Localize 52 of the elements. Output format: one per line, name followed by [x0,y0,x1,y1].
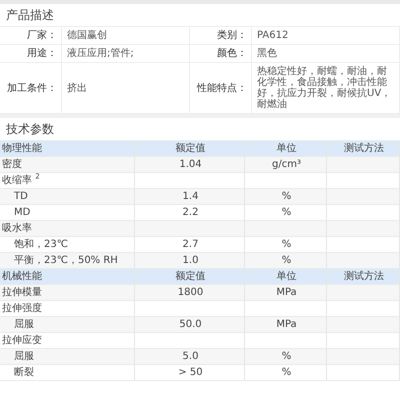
property-name: 密度 [0,157,135,172]
property-unit: % [282,255,292,266]
property-name: 平衡，23℃，50% RH [0,253,135,268]
property-unit: % [282,367,292,378]
field-label: 用途： [0,45,62,62]
property-value: 2.2 [182,207,198,218]
property-value: 1.0 [182,255,198,266]
column-header: 机械性能 [0,269,135,284]
field-value: 黑色 [252,45,400,62]
property-value: 1800 [178,287,204,298]
field-value: 挤出 [62,63,190,113]
field-label: 厂家： [0,27,62,44]
property-unit: % [282,191,292,202]
section-title: 产品描述 [0,4,400,27]
column-header: 测试方法 [327,269,400,284]
property-unit: % [282,207,292,218]
property-unit: % [282,351,292,362]
field-label: 性能特点： [190,63,252,113]
field-value: 热稳定性好，耐蠕，耐油，耐化学性，食品接触，冲击性能好，抗应力开裂，耐候抗UV，耐燃油 [252,63,400,113]
property-value: > 50 [178,367,203,378]
column-header: 测试方法 [327,141,400,156]
field-value: 德国赢创 [62,27,190,44]
property-unit: MPa [276,319,297,330]
property-name: 屈服 [0,317,135,332]
property-unit: g/cm³ [272,159,301,170]
property-value: 1.4 [182,191,198,202]
property-name: 拉伸模量 [0,285,135,300]
property-name: 收缩率 $^{2}$ [0,173,135,188]
field-value: 液压应用;管件; [62,45,190,62]
column-header: 额定值 [135,141,245,156]
property-name: 拉伸强度 [0,301,135,316]
column-header: 额定值 [135,269,245,284]
property-value: 2.7 [182,239,198,250]
property-value: 1.04 [179,159,202,170]
field-value: PA612 [252,27,400,44]
field-label: 类别： [190,27,252,44]
property-name: TD [0,189,135,204]
property-unit: % [282,239,292,250]
column-header: 单位 [245,269,327,284]
column-header: 物理性能 [0,141,135,156]
property-value: 50.0 [179,319,202,330]
property-name: 吸水率 [0,221,135,236]
column-header: 单位 [245,141,327,156]
property-name: 屈服 [0,349,135,364]
property-name: MD [0,205,135,220]
property-value: 5.0 [182,351,198,362]
field-label: 颜色： [190,45,252,62]
property-name: 饱和，23℃ [0,237,135,252]
property-unit: MPa [276,287,297,298]
field-label: 加工条件： [0,63,62,113]
property-name: 拉伸应变 [0,333,135,348]
property-name: 断裂 [0,365,135,380]
